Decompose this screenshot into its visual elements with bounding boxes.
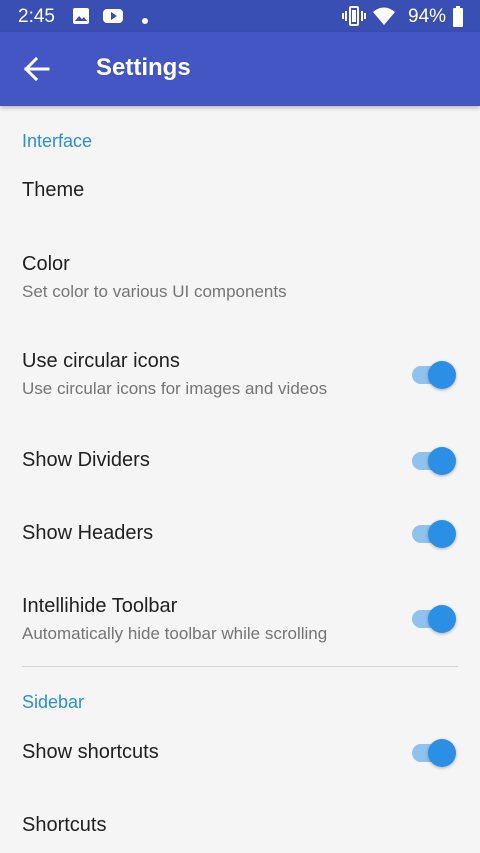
pref-color[interactable]: Color Set color to various UI components bbox=[0, 228, 480, 314]
toggle-switch[interactable] bbox=[410, 513, 456, 553]
pref-title: Color bbox=[22, 253, 70, 275]
pref-show-shortcuts[interactable]: Show shortcuts bbox=[0, 720, 480, 784]
image-icon bbox=[72, 7, 90, 30]
section-divider bbox=[22, 666, 458, 667]
switch-thumb bbox=[428, 361, 456, 389]
pref-title: Show Headers bbox=[22, 522, 154, 544]
pref-title: Theme bbox=[22, 179, 85, 201]
battery-percent: 94% bbox=[408, 6, 447, 27]
battery-icon bbox=[452, 6, 464, 33]
status-bar: 2:45 94% bbox=[0, 0, 480, 32]
pref-title: Show Dividers bbox=[22, 449, 150, 471]
pref-shortcuts[interactable]: Shortcuts bbox=[0, 792, 480, 853]
pref-summary: Set color to various UI components bbox=[22, 282, 287, 301]
toggle-switch[interactable] bbox=[410, 598, 456, 638]
pref-summary: Automatically hide toolbar while scrolli… bbox=[22, 624, 328, 643]
wifi-icon bbox=[372, 6, 396, 31]
status-time: 2:45 bbox=[18, 6, 55, 27]
page-title: Settings bbox=[96, 54, 191, 81]
toggle-switch[interactable] bbox=[410, 440, 456, 480]
pref-theme[interactable]: Theme bbox=[0, 160, 480, 222]
vibrate-icon bbox=[342, 5, 366, 32]
pref-show-headers[interactable]: Show Headers bbox=[0, 501, 480, 565]
pref-intellihide-toolbar[interactable]: Intellihide Toolbar Automatically hide t… bbox=[0, 570, 480, 658]
app-bar: Settings bbox=[0, 32, 480, 106]
dot-icon bbox=[141, 12, 149, 30]
arrow-back-icon[interactable] bbox=[22, 55, 52, 83]
section-header-sidebar: Sidebar bbox=[22, 692, 85, 712]
pref-summary: Use circular icons for images and videos bbox=[22, 379, 328, 398]
pref-title: Use circular icons bbox=[22, 350, 180, 372]
pref-show-dividers[interactable]: Show Dividers bbox=[0, 428, 480, 492]
toggle-switch[interactable] bbox=[410, 354, 456, 394]
pref-title: Show shortcuts bbox=[22, 741, 159, 763]
pref-use-circular-icons[interactable]: Use circular icons Use circular icons fo… bbox=[0, 325, 480, 411]
toggle-switch[interactable] bbox=[410, 732, 456, 772]
switch-thumb bbox=[428, 739, 456, 767]
switch-thumb bbox=[428, 520, 456, 548]
section-header-interface: Interface bbox=[22, 131, 93, 151]
youtube-icon bbox=[102, 7, 124, 30]
pref-title: Intellihide Toolbar bbox=[22, 595, 178, 617]
switch-thumb bbox=[428, 447, 456, 475]
switch-thumb bbox=[428, 605, 456, 633]
pref-title: Shortcuts bbox=[22, 814, 107, 836]
